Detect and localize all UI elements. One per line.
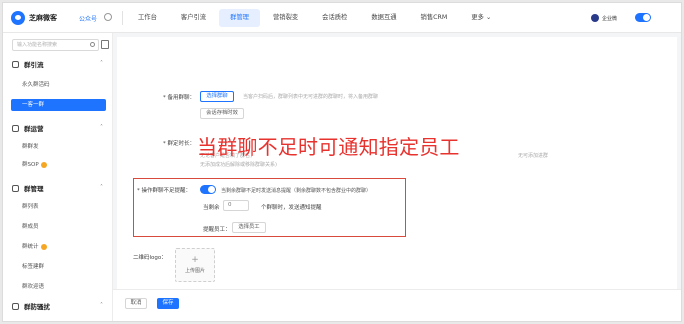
session-archive-button[interactable]: 会话存档时效 (200, 108, 244, 119)
sidebar-item-label: 群SOP (22, 162, 39, 168)
chevron-up-icon: ˄ (100, 302, 103, 309)
cancel-button[interactable]: 取消 (125, 298, 147, 309)
timer-hint-right: 无可添加进群 (518, 153, 549, 159)
brand-logo-icon (11, 11, 25, 25)
search-placeholder: 输入功能名称搜索 (17, 42, 58, 48)
sidebar-item-group-sop[interactable]: 群SOP (22, 159, 47, 171)
annotation-callout: 当群聊不足时可通知指定员工 (197, 135, 460, 159)
plus-icon: + (191, 255, 199, 265)
search-icon[interactable] (90, 42, 95, 47)
select-staff-button[interactable]: 选择员工 (232, 222, 266, 233)
sidebar-item-permanent-qrcode[interactable]: 永久群活码 (22, 79, 50, 91)
brand-name: 芝麻微客 (29, 14, 57, 22)
nav-customer-acquisition[interactable]: 客户引流 (170, 9, 217, 27)
main-nav: 工作台 客户引流 群管理 营销裂变 会话质检 数据互通 销售CRM 更多 ⌄ (127, 3, 504, 33)
sidebar-section-group-acquisition[interactable]: 群引流 ˄ (3, 57, 113, 71)
nav-divider (122, 11, 123, 25)
threshold-input[interactable]: 0 (223, 200, 249, 211)
qrcode-logo-label: 二维码logo： (133, 255, 167, 261)
timer-hint-2: 无添加成功后解除或移除群聊关系) (200, 162, 277, 168)
sidebar-item-group-welcome[interactable]: 群欢迎语 (22, 281, 44, 293)
sidebar-item-group-stats[interactable]: 群统计 (22, 241, 47, 253)
app-window: 芝麻微客 公众号 工作台 客户引流 群管理 营销裂变 会话质检 数据互通 销售C… (2, 2, 682, 322)
group-shortage-reminder-toggle[interactable] (200, 185, 216, 194)
upload-image-button[interactable]: + 上传图片 (175, 248, 215, 282)
nav-marketing[interactable]: 营销裂变 (262, 9, 309, 27)
nav-data-sync[interactable]: 数据互通 (360, 9, 407, 27)
sidebar-item-label: 群统计 (22, 244, 39, 250)
sidebar-section-group-operation[interactable]: 群运营 ˄ (3, 121, 113, 135)
avatar (591, 14, 599, 22)
nav-sales-crm[interactable]: 销售CRM (410, 9, 459, 27)
calendar-icon[interactable] (101, 40, 109, 49)
user-icon (12, 60, 19, 68)
top-toggle-switch[interactable] (635, 13, 651, 22)
sidebar: 输入功能名称搜索 群引流 ˄ 永久群活码 一客一群 群运营 ˄ 群群发 群SOP… (3, 33, 113, 321)
vip-badge-icon (40, 161, 47, 168)
vip-badge-icon (40, 243, 47, 250)
history-icon[interactable] (104, 13, 112, 21)
nav-workbench[interactable]: 工作台 (127, 9, 168, 27)
section-title: 群引流 (24, 61, 44, 69)
sidebar-item-group-broadcast[interactable]: 群群发 (22, 141, 39, 153)
chevron-up-icon: ˄ (100, 60, 103, 67)
save-button[interactable]: 保存 (157, 298, 179, 309)
timer-label: * 群定时长： (163, 141, 195, 147)
backup-group-hint: 当客户扫码后，群聊列表中无可进群的群聊时，将入备用群聊 (243, 94, 379, 100)
nav-group-management[interactable]: 群管理 (219, 9, 260, 27)
group-shortage-reminder-label: * 操作群聊不足提醒： (137, 188, 191, 194)
profile-name: 企业微 (602, 15, 618, 22)
chevron-up-icon: ˄ (100, 124, 103, 131)
select-group-button[interactable]: 选择群聊 (200, 91, 234, 102)
top-navbar: 芝麻微客 公众号 工作台 客户引流 群管理 营销裂变 会话质检 数据互通 销售C… (3, 3, 681, 33)
sidebar-search-input[interactable]: 输入功能名称搜索 (12, 39, 99, 51)
section-title: 群管理 (24, 185, 44, 193)
chevron-up-icon: ˄ (100, 184, 103, 191)
sidebar-section-group-management[interactable]: 群管理 ˄ (3, 181, 113, 195)
sidebar-item-one-customer-one-group[interactable]: 一客一群 (11, 99, 106, 111)
nav-more[interactable]: 更多 ⌄ (460, 9, 502, 27)
shield-icon (12, 302, 19, 310)
section-title: 群防骚扰 (24, 303, 50, 311)
nav-session-qc[interactable]: 会话质检 (311, 9, 358, 27)
sidebar-item-tag-group[interactable]: 标签建群 (22, 261, 44, 273)
upload-label: 上传图片 (184, 268, 205, 274)
chat-icon (12, 124, 19, 132)
sidebar-item-group-members[interactable]: 群成员 (22, 221, 39, 233)
form-footer: 取消 保存 (113, 289, 681, 321)
threshold-suffix: 个群聊时，发送通知提醒 (261, 205, 322, 211)
threshold-prefix: 当剩余 (203, 205, 220, 211)
sidebar-item-group-list[interactable]: 群列表 (22, 201, 39, 213)
profile-menu[interactable]: 企业微 (591, 12, 631, 24)
group-shortage-reminder-desc: 当剩余群聊不足时发送消息提醒（剩余群聊数不包含群业中的群聊） (221, 188, 372, 194)
sidebar-section-anti-harassment[interactable]: 群防骚扰 ˄ (3, 299, 113, 313)
settings-icon (12, 184, 19, 192)
section-title: 群运营 (24, 125, 44, 133)
backup-group-label: * 备用群聊： (163, 95, 195, 101)
public-account-switch[interactable]: 公众号 (79, 14, 97, 23)
notify-staff-label: 提醒员工： (203, 227, 231, 233)
